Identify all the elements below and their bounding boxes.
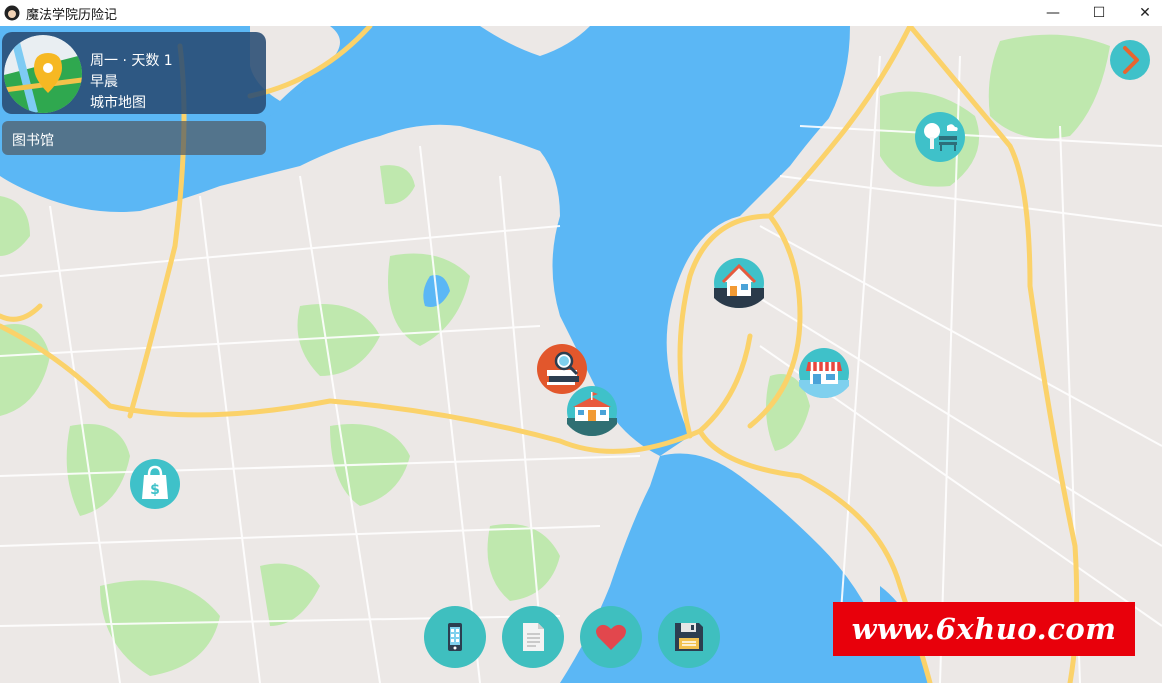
time-of-day-label: 早晨 bbox=[90, 74, 118, 90]
chevron-right-icon bbox=[1123, 46, 1139, 74]
school-marker[interactable] bbox=[567, 386, 617, 436]
heart-icon bbox=[596, 624, 626, 650]
current-place-panel: 图书馆 bbox=[2, 121, 266, 155]
map-name-label: 城市地图 bbox=[90, 95, 146, 111]
park-bench-icon bbox=[915, 112, 965, 162]
document-icon bbox=[523, 623, 544, 651]
mall-marker[interactable]: $ bbox=[130, 459, 180, 509]
maximize-button[interactable]: ☐ bbox=[1076, 0, 1122, 26]
phone-button[interactable] bbox=[424, 606, 486, 668]
minimize-button[interactable]: — bbox=[1030, 0, 1076, 26]
storefront-icon bbox=[799, 348, 849, 398]
watermark-text: www.6xhuo.com bbox=[851, 612, 1117, 646]
home-marker[interactable] bbox=[714, 258, 764, 308]
notes-button[interactable] bbox=[502, 606, 564, 668]
close-button[interactable]: ✕ bbox=[1122, 0, 1162, 26]
app-icon bbox=[4, 5, 20, 21]
floppy-disk-icon bbox=[675, 623, 703, 651]
shop-marker[interactable] bbox=[799, 348, 849, 398]
day-label: 周一 · 天数 1 bbox=[90, 53, 173, 69]
house-icon bbox=[714, 258, 764, 308]
favorites-button[interactable] bbox=[580, 606, 642, 668]
svg-text:$: $ bbox=[150, 482, 160, 498]
map-pin-icon bbox=[4, 35, 82, 113]
watermark-banner: www.6xhuo.com bbox=[833, 602, 1135, 656]
window-title: 魔法学院历险记 bbox=[26, 7, 118, 23]
next-button[interactable] bbox=[1110, 40, 1150, 80]
phone-icon bbox=[448, 623, 462, 651]
current-place-label: 图书馆 bbox=[12, 133, 54, 149]
window-titlebar: 魔法学院历险记 — ☐ ✕ bbox=[0, 0, 1162, 26]
shopping-bag-icon: $ bbox=[130, 459, 180, 509]
school-building-icon bbox=[567, 386, 617, 436]
park-marker[interactable] bbox=[915, 112, 965, 162]
save-button[interactable] bbox=[658, 606, 720, 668]
